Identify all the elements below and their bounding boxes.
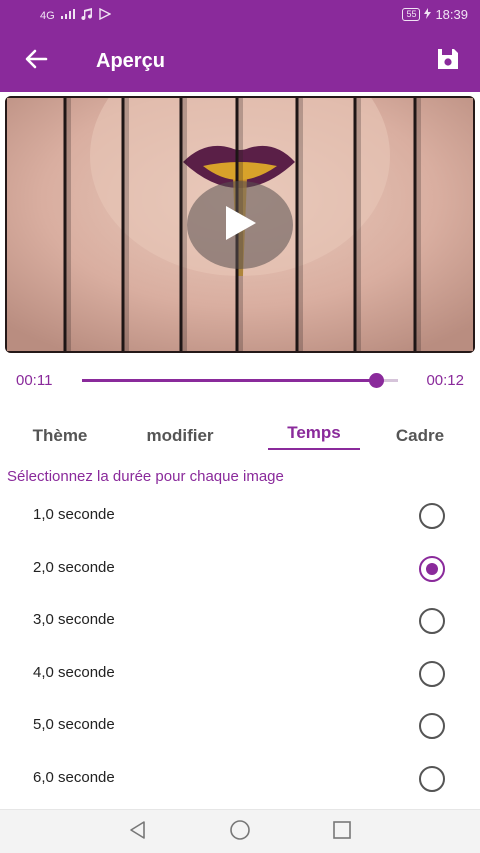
tab-cadre[interactable]: Cadre	[376, 414, 464, 454]
play-button[interactable]	[187, 181, 293, 269]
charging-icon	[424, 7, 432, 22]
status-bar: 4G 55 18:39	[0, 0, 480, 30]
status-icons: 4G	[40, 7, 112, 23]
status-right: 55 18:39	[402, 7, 468, 22]
option-label: 4,0 seconde	[33, 663, 115, 681]
nav-back-button[interactable]	[126, 820, 150, 844]
duration-list: 1,0 seconde 2,0 seconde 3,0 seconde 4,0 …	[0, 490, 480, 805]
screen: 4G 55 18:39 Aperçu 00:11 00:12 Thème mod…	[0, 0, 480, 853]
option-label: 5,0 seconde	[33, 716, 115, 733]
tab-theme[interactable]: Thème	[14, 414, 106, 454]
tab-label: Cadre	[395, 426, 445, 445]
nav-recents-button[interactable]	[330, 820, 354, 844]
progress-thumb[interactable]	[368, 373, 384, 388]
nav-home-button[interactable]	[228, 819, 252, 846]
list-item[interactable]: 3,0 seconde	[0, 595, 480, 648]
list-item[interactable]: 1,0 seconde	[0, 490, 480, 543]
radio-button[interactable]	[419, 713, 445, 739]
network-type: 4G	[40, 9, 55, 22]
cast-icon	[98, 7, 112, 23]
list-item[interactable]: 4,0 seconde	[0, 648, 480, 701]
back-button[interactable]	[18, 45, 54, 77]
radio-button[interactable]	[419, 765, 445, 792]
progress-track[interactable]	[82, 373, 398, 388]
floppy-disk-icon	[435, 46, 461, 77]
option-label: 6,0 seconde	[33, 768, 115, 786]
app-bar: Aperçu	[0, 30, 480, 92]
save-button[interactable]	[432, 45, 464, 77]
radio-button[interactable]	[419, 555, 445, 582]
radio-button[interactable]	[419, 503, 445, 529]
tab-modifier[interactable]: modifier	[130, 414, 230, 454]
circle-home-icon	[229, 819, 251, 846]
tab-label: modifier	[146, 426, 214, 445]
tab-label: Thème	[32, 426, 88, 445]
triangle-back-icon	[128, 820, 148, 845]
list-item[interactable]: 5,0 seconde	[0, 700, 480, 753]
tab-indicator	[268, 448, 360, 450]
option-label: 3,0 seconde	[33, 611, 115, 628]
video-preview[interactable]	[0, 92, 480, 358]
square-recents-icon	[332, 820, 352, 845]
clock: 18:39	[435, 7, 468, 22]
option-label: 1,0 seconde	[33, 506, 115, 523]
system-nav-bar	[0, 809, 480, 853]
duration-heading: Sélectionnez la durée pour chaque image	[7, 468, 284, 485]
seek-bar: 00:11 00:12	[0, 364, 480, 398]
list-item[interactable]: 6,0 seconde	[0, 753, 480, 806]
list-item[interactable]: 2,0 seconde	[0, 543, 480, 596]
page-title: Aperçu	[96, 50, 165, 72]
radio-button[interactable]	[419, 608, 445, 634]
signal-icon	[60, 9, 75, 22]
arrow-left-icon	[24, 49, 48, 74]
progress-fill	[82, 379, 376, 382]
radio-button[interactable]	[419, 660, 445, 687]
tab-label: Temps	[287, 423, 341, 442]
tab-bar: Thème modifier Temps Cadre	[0, 414, 480, 456]
total-time: 00:12	[426, 372, 464, 389]
play-icon	[220, 203, 260, 248]
music-note-icon	[81, 8, 93, 23]
current-time: 00:11	[16, 372, 53, 389]
battery-icon: 55	[402, 8, 421, 21]
option-label: 2,0 seconde	[33, 558, 115, 576]
